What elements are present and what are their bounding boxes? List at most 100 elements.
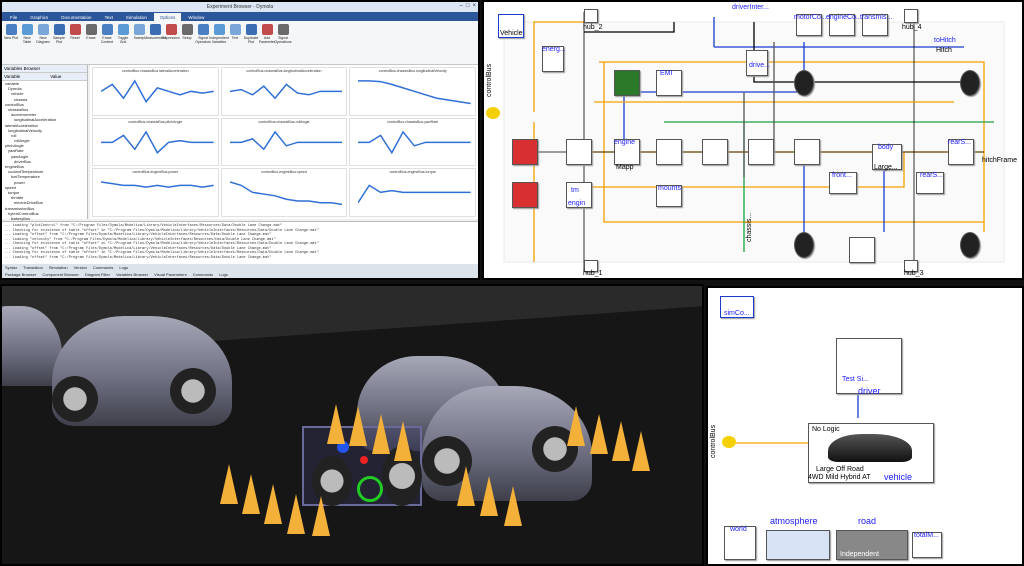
- tohitch-label: toHitch: [934, 37, 956, 44]
- plot-title: controlBus.chassisBus.rollAngle: [258, 119, 310, 124]
- plot-window[interactable]: controlBus.engineBus.power: [92, 168, 219, 217]
- driver-label: driver: [858, 386, 881, 396]
- wheel-fl-block[interactable]: [794, 232, 814, 258]
- plot-window[interactable]: controlBus.chassisBus.pitchAngle: [92, 117, 219, 167]
- status-tabs: Syntax Translation Simulation Version Comman…: [2, 264, 478, 271]
- steering-block[interactable]: [849, 237, 875, 263]
- plot-window[interactable]: controlBus.chassisBus.longitudinalVeloci…: [349, 67, 476, 116]
- front-axle-block[interactable]: [794, 139, 820, 165]
- sim-controlbus-connector[interactable]: [722, 436, 736, 448]
- atmosphere-label: atmosphere: [770, 516, 818, 526]
- hub2-connector[interactable]: [584, 9, 598, 23]
- ribbon-button[interactable]: Expression: [162, 24, 180, 52]
- status-tab[interactable]: Translation: [23, 265, 43, 270]
- ribbon-button-icon: [133, 24, 145, 35]
- close-icon[interactable]: ×: [472, 3, 476, 9]
- maximize-icon[interactable]: □: [466, 3, 470, 9]
- ribbon-button[interactable]: Text: [228, 24, 242, 52]
- ribbon-button[interactable]: Signal Operators: [195, 24, 211, 52]
- plot-title: controlBus.engineBus.torque: [389, 170, 436, 175]
- hub4-connector[interactable]: [904, 9, 918, 23]
- plot-window[interactable]: controlBus.chassisBus.lateralAcceleratio…: [92, 67, 219, 116]
- ribbon-button-icon: [277, 24, 289, 35]
- plot-title: controlBus.chassisBus.yawRate: [387, 119, 439, 124]
- ribbon-button-icon: [197, 24, 209, 35]
- status-tab[interactable]: Simulation: [49, 265, 68, 270]
- ribbon-button[interactable]: Signal Operations: [274, 24, 292, 52]
- tab-window[interactable]: Window: [182, 13, 210, 21]
- battery-block[interactable]: [614, 70, 640, 96]
- plot-window[interactable]: controlBus.engineBus.torque: [349, 168, 476, 217]
- ribbon-button[interactable]: New Plot: [4, 24, 18, 52]
- plot-window[interactable]: controlBus.chassisBus.rollAngle: [220, 117, 348, 167]
- animation-view[interactable]: [0, 284, 704, 566]
- ribbon-button[interactable]: Sample Plot: [52, 24, 66, 52]
- hub1-label: hub_1: [583, 270, 603, 277]
- plot-trace: [101, 132, 214, 153]
- tab-simulation[interactable]: Simulation: [120, 13, 153, 21]
- ribbon-button-icon: [149, 24, 161, 35]
- tab-file[interactable]: File: [4, 13, 23, 21]
- nologic-label: No Logic: [812, 426, 840, 433]
- status-tab[interactable]: Logs: [119, 265, 128, 270]
- status-tab[interactable]: Commands: [93, 265, 113, 270]
- status-tab[interactable]: Version: [74, 265, 87, 270]
- differential-block[interactable]: [748, 139, 774, 165]
- plot-window[interactable]: controlBus.engineBus.speed: [220, 168, 348, 217]
- tab-documentation[interactable]: Documentation: [55, 13, 97, 21]
- ribbon-button[interactable]: New Table: [20, 24, 34, 52]
- ribbon-button[interactable]: Duplicate Plot: [244, 24, 258, 52]
- car-left-wheel: [52, 376, 98, 422]
- ribbon-button[interactable]: New Diagram: [36, 24, 50, 52]
- controller-block[interactable]: [566, 139, 592, 165]
- plot-window[interactable]: controlBus.chassisBus.longitudinalAccele…: [220, 67, 348, 116]
- minimize-icon[interactable]: –: [460, 3, 463, 9]
- status-bottom-tab[interactable]: Logs: [219, 272, 228, 277]
- status-bottom-tab[interactable]: Diagram Filter: [85, 272, 110, 277]
- mounts-label: mounts: [658, 185, 681, 192]
- browser-tree: variable Dymola vehicle chassis controlBus ch…: [2, 81, 87, 242]
- status-bottom-tab[interactable]: Variables Browser: [116, 272, 148, 277]
- brake2-block[interactable]: [512, 182, 538, 208]
- status-bottom-tab[interactable]: Visual Parameters: [154, 272, 187, 277]
- ribbon-button[interactable]: Measurement: [144, 24, 166, 52]
- ribbon-button[interactable]: Independent Variables: [209, 24, 229, 52]
- status-bottom-tab[interactable]: Commands: [193, 272, 213, 277]
- plot-trace-area: [101, 74, 214, 109]
- ribbon-button[interactable]: Toggle Grid: [116, 24, 130, 52]
- status-bottom-tab[interactable]: Package Browser: [5, 272, 36, 277]
- chassis-label: chassis...: [746, 212, 753, 242]
- driveline2-block[interactable]: [702, 139, 728, 165]
- cone: [287, 494, 305, 534]
- ribbon-button[interactable]: Erase: [84, 24, 98, 52]
- transmission-block[interactable]: [656, 139, 682, 165]
- wheel-fr-block[interactable]: [794, 70, 814, 96]
- ribbon-button-label: New Plot: [4, 36, 19, 40]
- atmosphere-block[interactable]: [766, 530, 830, 560]
- cone: [220, 464, 238, 504]
- ribbon-button[interactable]: Add Parameter: [259, 24, 275, 52]
- wheel-rl-block[interactable]: [960, 232, 980, 258]
- cone: [264, 484, 282, 524]
- ribbon-button[interactable]: Setup: [180, 24, 194, 52]
- ribbon-button[interactable]: Reset: [68, 24, 82, 52]
- plot-trace-area: [230, 175, 343, 210]
- brake-block[interactable]: [512, 139, 538, 165]
- tab-options[interactable]: Options: [153, 13, 182, 21]
- ribbon-button-label: Setup: [182, 36, 192, 40]
- ide-window: Experiment Browser - Dymola – □ × File Gra…: [0, 0, 480, 280]
- controlbus-connector[interactable]: [486, 107, 500, 119]
- ribbon-button-icon: [213, 24, 225, 35]
- status-bottom-tab[interactable]: Component Browser: [42, 272, 78, 277]
- wheel-rr-block[interactable]: [960, 70, 980, 96]
- tab-graphics[interactable]: Graphics: [24, 13, 54, 21]
- ribbon-button-icon: [261, 24, 273, 35]
- ribbon-button-icon: [101, 24, 113, 35]
- ribbon-button-label: Text: [231, 36, 239, 40]
- plot-window[interactable]: controlBus.chassisBus.yawRate: [349, 117, 476, 167]
- status-tab[interactable]: Syntax: [5, 265, 17, 270]
- tab-text[interactable]: Text: [99, 13, 119, 21]
- totalm-label: totalM...: [914, 532, 939, 539]
- window-title: Experiment Browser - Dymola: [206, 4, 274, 10]
- ribbon-button[interactable]: Erase Content: [100, 24, 114, 52]
